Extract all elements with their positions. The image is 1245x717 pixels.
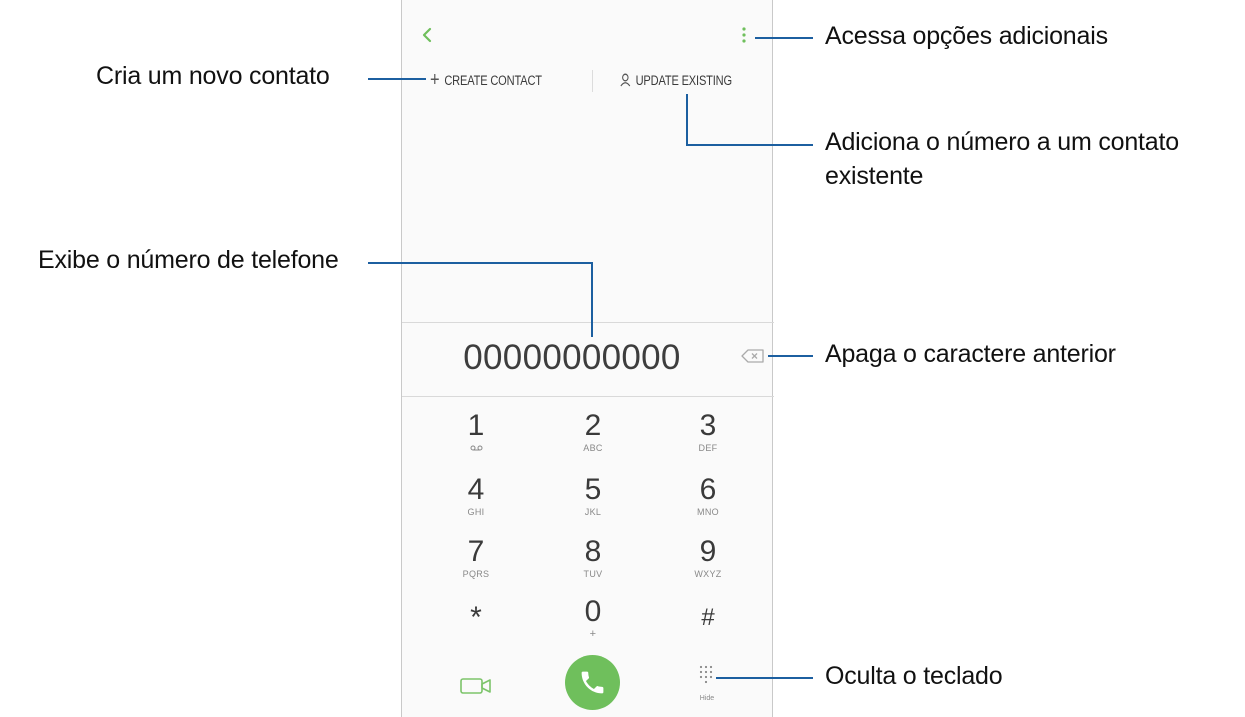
callout-line-create-contact bbox=[368, 78, 426, 80]
callout-create-contact: Cria um novo contato bbox=[96, 62, 330, 90]
key-digit: 2 bbox=[584, 409, 602, 442]
key-7[interactable]: 7 PQRS bbox=[436, 536, 516, 596]
key-2[interactable]: 2 ABC bbox=[553, 410, 633, 470]
key-digit: 8 bbox=[584, 535, 602, 568]
key-digit: # bbox=[701, 604, 715, 631]
key-digit: 4 bbox=[467, 473, 485, 506]
phone-icon bbox=[581, 671, 604, 694]
callout-line-number-vertical bbox=[591, 262, 593, 337]
hide-keypad-label: Hide bbox=[699, 695, 715, 702]
callout-hide-keypad: Oculta o teclado bbox=[825, 662, 1003, 690]
key-letters: MNO bbox=[697, 507, 719, 517]
key-1[interactable]: 1 bbox=[436, 410, 516, 470]
create-contact-button[interactable]: + CREATE CONTACT bbox=[430, 68, 542, 92]
key-0[interactable]: 0 + bbox=[553, 596, 633, 656]
key-3[interactable]: 3 DEF bbox=[668, 410, 748, 470]
person-icon bbox=[620, 73, 631, 87]
update-existing-button[interactable]: UPDATE EXISTING bbox=[620, 68, 732, 92]
callout-line-hide-keypad bbox=[716, 677, 813, 679]
more-options-icon[interactable] bbox=[741, 26, 747, 46]
key-digit: 0 bbox=[584, 595, 602, 628]
key-letters: + bbox=[589, 628, 597, 640]
hide-keypad-icon[interactable] bbox=[698, 664, 714, 692]
key-digit: 6 bbox=[699, 473, 717, 506]
key-digit: 9 bbox=[699, 535, 717, 568]
create-contact-label: CREATE CONTACT bbox=[444, 72, 542, 88]
display-bottom-divider bbox=[402, 396, 774, 397]
key-letters: PQRS bbox=[462, 569, 490, 579]
key-hash[interactable]: # bbox=[668, 598, 748, 658]
key-9[interactable]: 9 WXYZ bbox=[668, 536, 748, 596]
callout-update-existing-line1: Adiciona o número a um contato bbox=[825, 128, 1179, 156]
back-icon[interactable] bbox=[420, 24, 434, 46]
dialer-screen: + CREATE CONTACT UPDATE EXISTING 0000000… bbox=[401, 0, 774, 717]
key-5[interactable]: 5 JKL bbox=[553, 474, 633, 534]
key-digit: * bbox=[470, 601, 482, 634]
display-top-divider bbox=[402, 322, 774, 323]
callout-line-backspace bbox=[768, 355, 813, 357]
callout-update-existing-line2: existente bbox=[825, 162, 924, 190]
callout-backspace: Apaga o caractere anterior bbox=[825, 340, 1116, 368]
callout-phone-number: Exibe o número de telefone bbox=[38, 246, 339, 274]
callout-line-number-horizontal bbox=[368, 262, 593, 264]
callout-more-options: Acessa opções adicionais bbox=[825, 22, 1108, 50]
key-letters: GHI bbox=[467, 507, 485, 517]
phone-number-display: 00000000000 bbox=[463, 338, 681, 377]
update-existing-label: UPDATE EXISTING bbox=[635, 72, 733, 88]
callout-line-more-options bbox=[755, 37, 813, 39]
video-call-icon[interactable] bbox=[460, 676, 492, 696]
key-4[interactable]: 4 GHI bbox=[436, 474, 516, 534]
key-6[interactable]: 6 MNO bbox=[668, 474, 748, 534]
key-digit: 7 bbox=[467, 535, 485, 568]
backspace-icon[interactable] bbox=[741, 348, 765, 364]
key-letters: DEF bbox=[698, 443, 718, 453]
key-star[interactable]: * bbox=[436, 598, 516, 658]
call-button[interactable] bbox=[565, 655, 620, 710]
key-8[interactable]: 8 TUV bbox=[553, 536, 633, 596]
key-letters: ABC bbox=[583, 443, 603, 453]
voicemail-icon bbox=[470, 443, 483, 453]
key-digit: 5 bbox=[584, 473, 602, 506]
key-letters: JKL bbox=[584, 507, 602, 517]
key-digit: 1 bbox=[467, 409, 485, 442]
callout-line-update-horizontal bbox=[686, 144, 813, 146]
toolbar-divider bbox=[592, 70, 593, 92]
key-letters: WXYZ bbox=[694, 569, 722, 579]
key-digit: 3 bbox=[699, 409, 717, 442]
key-letters: TUV bbox=[583, 569, 603, 579]
plus-icon: + bbox=[430, 69, 440, 91]
callout-line-update-vertical bbox=[686, 94, 688, 145]
